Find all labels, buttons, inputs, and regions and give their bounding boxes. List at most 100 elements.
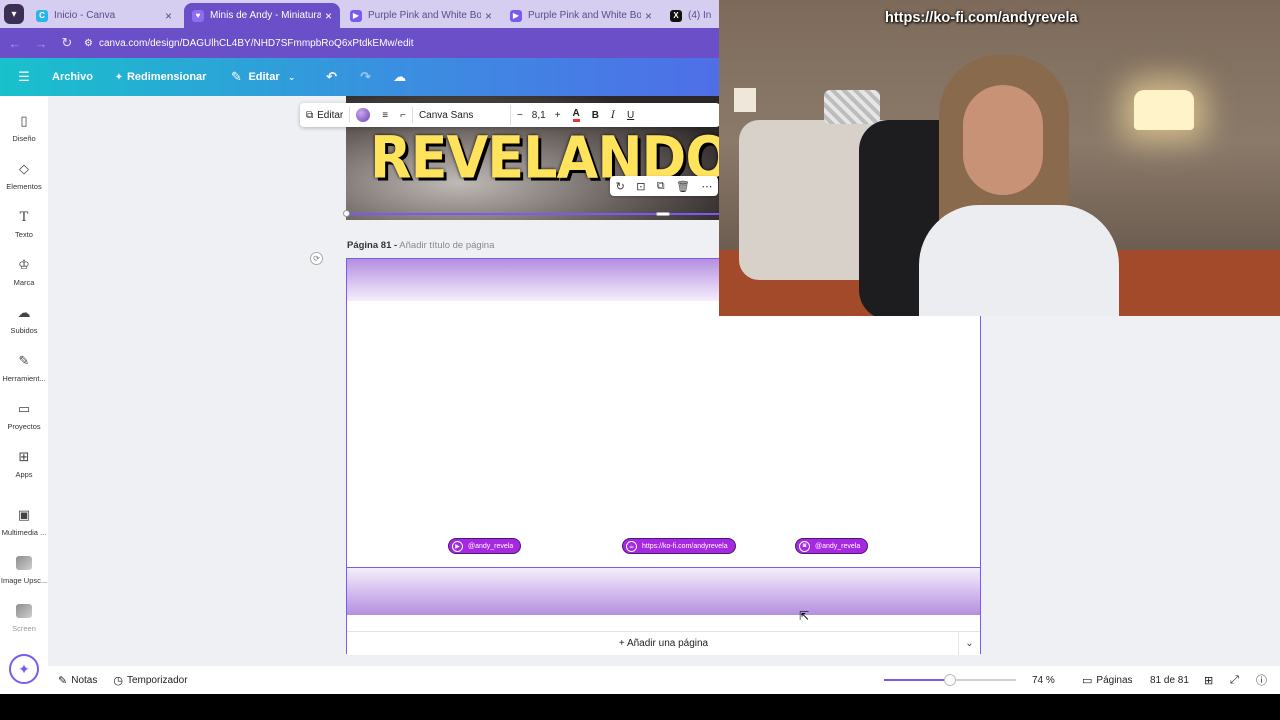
tab-label: (4) Inicio / xyxy=(688,10,712,21)
undo-button[interactable]: ↶ xyxy=(324,69,340,85)
browser-tab-4[interactable]: X (4) Inicio / xyxy=(662,3,720,28)
font-family-select[interactable]: Canva Sans xyxy=(413,105,511,125)
timer-button[interactable]: ◷ Temporizador xyxy=(113,674,187,687)
rotate-icon[interactable]: ⟳ xyxy=(310,252,323,265)
cloud-icon: ☁ xyxy=(393,69,407,84)
sidebar-item-elements[interactable]: ◇ Elementos xyxy=(0,160,48,191)
file-menu-label: Archivo xyxy=(52,71,93,83)
sidebar-item-apps[interactable]: ⊞ Apps xyxy=(0,448,48,479)
sidebar-item-label: Marca xyxy=(13,278,35,287)
tab-close-icon[interactable]: × xyxy=(325,9,332,23)
sidebar-item-image-upscaler[interactable]: Image Upsc... xyxy=(0,554,48,585)
add-page-button[interactable]: + Añadir una página xyxy=(347,631,980,655)
browser-tab-3[interactable]: ▶ Purple Pink and White Bold Ne × xyxy=(502,3,660,28)
text-color-button[interactable]: A xyxy=(567,103,586,127)
tab-search-icon[interactable]: ▾ xyxy=(4,4,24,24)
sidebar-item-projects[interactable]: ▭ Proyectos xyxy=(0,400,48,431)
text-icon: T xyxy=(19,209,29,225)
sidebar-item-screen[interactable]: Screen xyxy=(0,602,48,633)
reload-icon[interactable]: ↻ xyxy=(56,32,78,54)
pages-button[interactable]: ▭ Páginas xyxy=(1082,674,1133,687)
kofi-icon: ☕ xyxy=(626,540,637,552)
magic-assistant-button[interactable]: ✦ xyxy=(9,654,39,684)
help-button[interactable]: ⓘ xyxy=(1256,672,1271,688)
font-size-input[interactable]: 8,1 xyxy=(529,103,549,127)
fullscreen-icon: ⤢ xyxy=(1230,673,1239,686)
minus-icon: − xyxy=(516,109,523,121)
pill-text: https://ko-fi.com/andyrevela xyxy=(642,542,728,550)
edit-text-button[interactable]: ⧉ Editar xyxy=(300,103,349,127)
font-size-increase[interactable]: + xyxy=(549,103,567,127)
redo-button[interactable]: ↷ xyxy=(358,69,374,85)
person-face xyxy=(963,85,1043,195)
italic-button[interactable]: I xyxy=(605,103,621,127)
webcam-lamp xyxy=(1134,90,1194,130)
sidebar-item-design[interactable]: ▯ Diseño xyxy=(0,112,48,143)
forward-icon[interactable]: → xyxy=(30,32,52,54)
webcam-person xyxy=(919,55,1119,316)
webcam-pillow xyxy=(824,90,880,124)
zoom-slider-fill xyxy=(884,679,950,681)
fullscreen-button[interactable]: ⤢ xyxy=(1230,674,1243,687)
trash-icon[interactable]: 🗑 xyxy=(676,180,690,193)
tab-close-icon[interactable]: × xyxy=(485,9,492,23)
page-title[interactable]: Página 81 - Añadir título de página xyxy=(347,240,494,251)
screen-app-icon xyxy=(15,602,33,620)
gradient-band-bottom[interactable] xyxy=(347,567,980,615)
social-pill-kofi[interactable]: ☕ https://ko-fi.com/andyrevela xyxy=(622,538,736,554)
sidebar-item-brand[interactable]: ♔ Marca xyxy=(0,256,48,287)
edit-mode-button[interactable]: ✎ Editar ⌄ xyxy=(228,69,299,85)
sidebar-item-media[interactable]: ▣ Multimedia ... xyxy=(0,506,48,537)
lock-icon[interactable]: ⊡ xyxy=(636,180,645,193)
add-page-options-button[interactable]: ⌄ xyxy=(958,631,980,655)
plus-icon: + xyxy=(554,109,561,121)
social-pill-twitch[interactable]: ◙ @andy_revela xyxy=(795,538,869,554)
color-picker-button[interactable] xyxy=(350,103,376,127)
browser-tab-2[interactable]: ▶ Purple Pink and White Bold Ne × xyxy=(342,3,500,28)
tab-close-icon[interactable]: × xyxy=(645,9,652,23)
zoom-slider-handle[interactable] xyxy=(944,674,956,686)
sidebar-item-uploads[interactable]: ☁ Subidos xyxy=(0,304,48,335)
tab-label: Minis de Andy - Miniatura de Y xyxy=(210,10,321,21)
design-page[interactable]: ▶ @andy_revela ☕ https://ko-fi.com/andyr… xyxy=(346,258,981,655)
line-weight-button[interactable]: ≡ xyxy=(376,103,394,127)
sidebar-item-label: Elementos xyxy=(6,182,42,191)
social-pill-youtube[interactable]: ▶ @andy_revela xyxy=(448,538,522,554)
tab-label: Inicio - Canva xyxy=(54,10,116,21)
page-title-placeholder[interactable]: Añadir título de página xyxy=(399,240,494,251)
more-icon[interactable]: ⋯ xyxy=(701,180,712,193)
tab-close-icon[interactable]: × xyxy=(165,9,172,23)
main-menu-button[interactable]: ☰ xyxy=(16,69,32,85)
notes-button[interactable]: ✎ Notas xyxy=(58,674,97,687)
page-count: 81 de 81 xyxy=(1150,675,1189,686)
picture-frame xyxy=(734,88,756,112)
duplicate-icon[interactable]: ⧉ xyxy=(657,180,665,193)
back-icon[interactable]: ← xyxy=(4,32,26,54)
sidebar-item-label: Apps xyxy=(15,470,33,479)
sidebar-item-tools[interactable]: ✎ Herramient... xyxy=(0,352,48,383)
edit-icon: ⧉ xyxy=(306,109,314,121)
underline-button[interactable]: U xyxy=(621,103,640,127)
sparkle-icon: ✦ xyxy=(114,71,124,83)
bold-button[interactable]: B xyxy=(586,103,605,127)
browser-tab-1[interactable]: ♥ Minis de Andy - Miniatura de Y × xyxy=(184,3,340,28)
site-info-icon[interactable]: ⚙ xyxy=(84,38,93,49)
webcam-overlay: https://ko-fi.com/andyrevela xyxy=(719,0,1280,316)
url-field[interactable]: ⚙ canva.com/design/DAGUlhCL4BY/NHD7SFmmp… xyxy=(84,32,720,54)
resize-handle[interactable] xyxy=(656,212,670,216)
color-swatch xyxy=(356,108,371,122)
resize-button[interactable]: ✦ Redimensionar xyxy=(111,69,207,85)
resize-handle[interactable] xyxy=(343,210,350,217)
file-menu-button[interactable]: Archivo xyxy=(52,71,93,83)
curve-button[interactable]: ⌐ xyxy=(394,103,412,127)
grid-view-button[interactable]: ⊞ xyxy=(1204,674,1217,687)
sidebar-item-text[interactable]: T Texto xyxy=(0,208,48,240)
font-size-decrease[interactable]: − xyxy=(511,103,529,127)
zoom-level[interactable]: 74 % xyxy=(1032,675,1055,686)
kofi-link-overlay: https://ko-fi.com/andyrevela xyxy=(885,10,1078,26)
browser-tab-0[interactable]: C Inicio - Canva × xyxy=(28,3,180,28)
cloud-save-button[interactable]: ☁ xyxy=(392,69,408,85)
sidebar-item-label: Proyectos xyxy=(7,422,41,431)
zoom-slider[interactable] xyxy=(884,674,1016,686)
refresh-icon[interactable]: ↻ xyxy=(616,180,625,193)
